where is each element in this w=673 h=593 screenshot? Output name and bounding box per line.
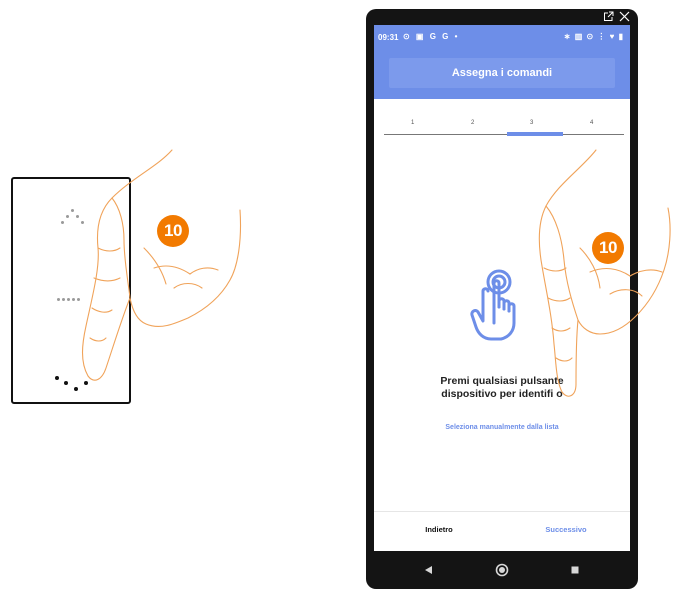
app-header: 09:31 ⊙ ▣ G G • ∗ ▥ ⊙ ⋮ ♥ ▮ Assegna i co… (374, 25, 630, 99)
window-controls (603, 10, 630, 24)
close-icon[interactable] (617, 10, 630, 24)
status-bar: 09:31 ⊙ ▣ G G • ∗ ▥ ⊙ ⋮ ♥ ▮ (374, 25, 630, 49)
step-4-label: 4 (590, 120, 594, 126)
step-3-label: 3 (530, 120, 534, 126)
step-2-label: 2 (471, 120, 475, 126)
step-1-label: 1 (411, 120, 415, 126)
status-system-icons: ∗ ▥ ⊙ ⋮ ♥ ▮ (563, 32, 624, 41)
phone-top-bezel (366, 9, 638, 25)
home-circle-icon[interactable] (482, 551, 522, 589)
status-time: 09:31 (378, 33, 399, 42)
stepper-track (384, 134, 624, 135)
external-link-icon[interactable] (603, 10, 617, 24)
wizard-stepper: 1 2 3 4 (384, 120, 624, 140)
back-triangle-icon[interactable] (409, 551, 449, 589)
status-notification-icons: ⊙ ▣ G G • (403, 32, 460, 41)
hand-touch-icon (470, 269, 516, 341)
next-button[interactable]: Successivo (516, 525, 616, 534)
back-button[interactable]: Indietro (394, 525, 484, 534)
pointing-hand-right (538, 149, 671, 397)
step-badge-phone: 10 (592, 232, 624, 264)
pointing-hand-left (81, 149, 242, 381)
recent-square-icon[interactable] (555, 551, 595, 589)
step-badge: 10 (157, 215, 189, 247)
stepper-active-segment (507, 132, 563, 136)
page-title: Assegna i comandi (389, 58, 615, 88)
manual-select-link[interactable]: Seleziona manualmente dalla lista (374, 424, 630, 431)
wizard-footer: Indietro Successivo (374, 511, 630, 551)
android-nav-bar (366, 551, 638, 589)
